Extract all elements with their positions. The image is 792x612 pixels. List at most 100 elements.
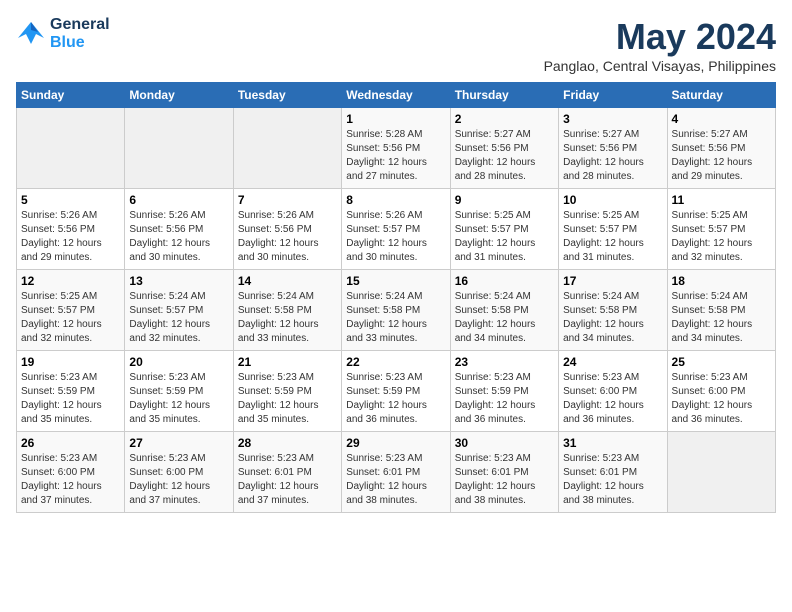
calendar-cell: 3 Sunrise: 5:27 AM Sunset: 5:56 PM Daylig…: [559, 108, 667, 189]
calendar-cell: [233, 108, 341, 189]
day-info: Sunrise: 5:28 AM Sunset: 5:56 PM Dayligh…: [346, 128, 445, 184]
calendar-cell: 14 Sunrise: 5:24 AM Sunset: 5:58 PM Dayli…: [233, 270, 341, 351]
day-info: Sunrise: 5:23 AM Sunset: 5:59 PM Dayligh…: [129, 371, 228, 427]
day-info: Sunrise: 5:25 AM Sunset: 5:57 PM Dayligh…: [563, 209, 662, 265]
day-info: Sunrise: 5:26 AM Sunset: 5:56 PM Dayligh…: [21, 209, 120, 265]
day-info: Sunrise: 5:26 AM Sunset: 5:56 PM Dayligh…: [238, 209, 337, 265]
day-info: Sunrise: 5:24 AM Sunset: 5:57 PM Dayligh…: [129, 290, 228, 346]
day-info: Sunrise: 5:25 AM Sunset: 5:57 PM Dayligh…: [455, 209, 554, 265]
day-number: 20: [129, 355, 228, 369]
day-info: Sunrise: 5:26 AM Sunset: 5:56 PM Dayligh…: [129, 209, 228, 265]
calendar-cell: 16Sunrise: 5:24 AM Sunset: 5:58 PM Dayli…: [450, 270, 558, 351]
calendar-cell: 27 Sunrise: 5:23 AM Sunset: 6:00 PM Dayli…: [125, 432, 233, 513]
day-number: 12: [21, 274, 120, 288]
calendar-header-tuesday: Tuesday: [233, 83, 341, 108]
day-info: Sunrise: 5:23 AM Sunset: 5:59 PM Dayligh…: [238, 371, 337, 427]
day-number: 19: [21, 355, 120, 369]
calendar-cell: 10 Sunrise: 5:25 AM Sunset: 5:57 PM Dayli…: [559, 189, 667, 270]
day-info: Sunrise: 5:26 AM Sunset: 5:57 PM Dayligh…: [346, 209, 445, 265]
location-subtitle: Panglao, Central Visayas, Philippines: [544, 58, 776, 74]
day-number: 13: [129, 274, 228, 288]
calendar-cell: 1 Sunrise: 5:28 AM Sunset: 5:56 PM Daylig…: [342, 108, 450, 189]
calendar-cell: 4Sunrise: 5:27 AM Sunset: 5:56 PM Daylig…: [667, 108, 775, 189]
day-number: 28: [238, 436, 337, 450]
calendar-week-1: 5 Sunrise: 5:26 AM Sunset: 5:56 PM Daylig…: [17, 189, 776, 270]
day-number: 15: [346, 274, 445, 288]
day-info: Sunrise: 5:23 AM Sunset: 5:59 PM Dayligh…: [21, 371, 120, 427]
title-block: May 2024 Panglao, Central Visayas, Phili…: [544, 16, 776, 74]
calendar-cell: 6 Sunrise: 5:26 AM Sunset: 5:56 PM Daylig…: [125, 189, 233, 270]
calendar-cell: 21 Sunrise: 5:23 AM Sunset: 5:59 PM Dayli…: [233, 351, 341, 432]
day-number: 8: [346, 193, 445, 207]
calendar-header-thursday: Thursday: [450, 83, 558, 108]
day-number: 27: [129, 436, 228, 450]
calendar-cell: 28 Sunrise: 5:23 AM Sunset: 6:01 PM Dayli…: [233, 432, 341, 513]
day-info: Sunrise: 5:27 AM Sunset: 5:56 PM Dayligh…: [563, 128, 662, 184]
calendar-cell: 31 Sunrise: 5:23 AM Sunset: 6:01 PM Dayli…: [559, 432, 667, 513]
day-number: 2: [455, 112, 554, 126]
calendar-cell: [17, 108, 125, 189]
calendar-cell: 17 Sunrise: 5:24 AM Sunset: 5:58 PM Dayli…: [559, 270, 667, 351]
day-number: 1: [346, 112, 445, 126]
calendar-cell: 25Sunrise: 5:23 AM Sunset: 6:00 PM Dayli…: [667, 351, 775, 432]
calendar-cell: 13 Sunrise: 5:24 AM Sunset: 5:57 PM Dayli…: [125, 270, 233, 351]
day-number: 24: [563, 355, 662, 369]
calendar-cell: 23 Sunrise: 5:23 AM Sunset: 5:59 PM Dayli…: [450, 351, 558, 432]
calendar-week-4: 26 Sunrise: 5:23 AM Sunset: 6:00 PM Dayli…: [17, 432, 776, 513]
calendar-header-friday: Friday: [559, 83, 667, 108]
calendar-cell: 30 Sunrise: 5:23 AM Sunset: 6:01 PM Dayli…: [450, 432, 558, 513]
day-number: 23: [455, 355, 554, 369]
day-number: 21: [238, 355, 337, 369]
calendar-header-saturday: Saturday: [667, 83, 775, 108]
day-number: 22: [346, 355, 445, 369]
day-number: 7: [238, 193, 337, 207]
calendar-cell: 29 Sunrise: 5:23 AM Sunset: 6:01 PM Dayli…: [342, 432, 450, 513]
day-info: Sunrise: 5:27 AM Sunset: 5:56 PM Dayligh…: [455, 128, 554, 184]
day-number: 31: [563, 436, 662, 450]
day-info: Sunrise: 5:24 AM Sunset: 5:58 PM Dayligh…: [455, 290, 554, 346]
day-info: Sunrise: 5:23 AM Sunset: 6:00 PM Dayligh…: [672, 371, 771, 427]
calendar-cell: 2 Sunrise: 5:27 AM Sunset: 5:56 PM Daylig…: [450, 108, 558, 189]
calendar-header-row: SundayMondayTuesdayWednesdayThursdayFrid…: [17, 83, 776, 108]
day-number: 5: [21, 193, 120, 207]
day-number: 6: [129, 193, 228, 207]
calendar-cell: 18Sunrise: 5:24 AM Sunset: 5:58 PM Dayli…: [667, 270, 775, 351]
calendar-week-3: 19 Sunrise: 5:23 AM Sunset: 5:59 PM Dayli…: [17, 351, 776, 432]
day-number: 18: [672, 274, 771, 288]
calendar-cell: 26Sunrise: 5:23 AM Sunset: 6:00 PM Dayli…: [17, 432, 125, 513]
calendar-cell: 15 Sunrise: 5:24 AM Sunset: 5:58 PM Dayli…: [342, 270, 450, 351]
day-number: 17: [563, 274, 662, 288]
day-number: 3: [563, 112, 662, 126]
day-number: 26: [21, 436, 120, 450]
logo: General Blue: [16, 16, 110, 52]
calendar-week-0: 1 Sunrise: 5:28 AM Sunset: 5:56 PM Daylig…: [17, 108, 776, 189]
day-number: 10: [563, 193, 662, 207]
day-number: 14: [238, 274, 337, 288]
calendar-table: SundayMondayTuesdayWednesdayThursdayFrid…: [16, 82, 776, 513]
day-info: Sunrise: 5:27 AM Sunset: 5:56 PM Dayligh…: [672, 128, 771, 184]
calendar-cell: 20 Sunrise: 5:23 AM Sunset: 5:59 PM Dayli…: [125, 351, 233, 432]
calendar-header-sunday: Sunday: [17, 83, 125, 108]
calendar-cell: [125, 108, 233, 189]
calendar-cell: [667, 432, 775, 513]
day-info: Sunrise: 5:23 AM Sunset: 6:01 PM Dayligh…: [346, 452, 445, 508]
day-info: Sunrise: 5:23 AM Sunset: 5:59 PM Dayligh…: [346, 371, 445, 427]
day-info: Sunrise: 5:24 AM Sunset: 5:58 PM Dayligh…: [238, 290, 337, 346]
day-info: Sunrise: 5:23 AM Sunset: 6:01 PM Dayligh…: [455, 452, 554, 508]
day-info: Sunrise: 5:23 AM Sunset: 6:01 PM Dayligh…: [563, 452, 662, 508]
calendar-cell: 24 Sunrise: 5:23 AM Sunset: 6:00 PM Dayli…: [559, 351, 667, 432]
calendar-week-2: 12Sunrise: 5:25 AM Sunset: 5:57 PM Dayli…: [17, 270, 776, 351]
day-number: 29: [346, 436, 445, 450]
calendar-header-wednesday: Wednesday: [342, 83, 450, 108]
day-info: Sunrise: 5:24 AM Sunset: 5:58 PM Dayligh…: [346, 290, 445, 346]
day-info: Sunrise: 5:23 AM Sunset: 6:00 PM Dayligh…: [129, 452, 228, 508]
calendar-cell: 9Sunrise: 5:25 AM Sunset: 5:57 PM Daylig…: [450, 189, 558, 270]
day-info: Sunrise: 5:23 AM Sunset: 5:59 PM Dayligh…: [455, 371, 554, 427]
day-info: Sunrise: 5:23 AM Sunset: 6:00 PM Dayligh…: [563, 371, 662, 427]
day-info: Sunrise: 5:23 AM Sunset: 6:01 PM Dayligh…: [238, 452, 337, 508]
day-info: Sunrise: 5:24 AM Sunset: 5:58 PM Dayligh…: [563, 290, 662, 346]
calendar-cell: 5 Sunrise: 5:26 AM Sunset: 5:56 PM Daylig…: [17, 189, 125, 270]
calendar-header-monday: Monday: [125, 83, 233, 108]
day-number: 30: [455, 436, 554, 450]
calendar-cell: 8 Sunrise: 5:26 AM Sunset: 5:57 PM Daylig…: [342, 189, 450, 270]
